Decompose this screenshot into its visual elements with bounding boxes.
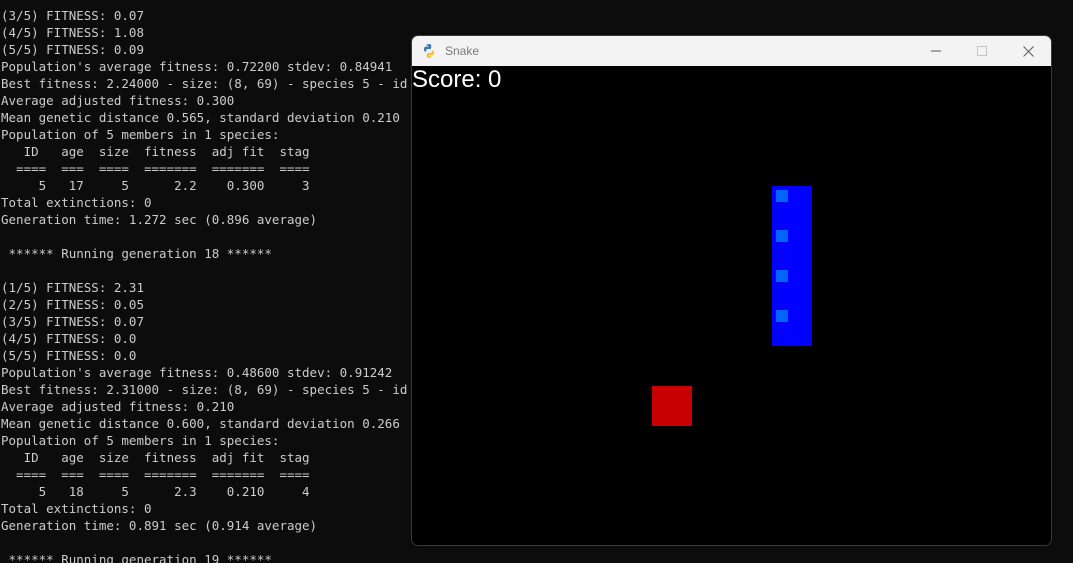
snake-window: Snake Score: 0: [411, 35, 1052, 546]
terminal-line: ****** Running generation 19 ******: [1, 552, 272, 563]
snake-segment: [776, 230, 788, 242]
snake: [772, 186, 812, 346]
food: [652, 386, 692, 426]
snake-segment: [776, 270, 788, 282]
minimize-icon: [931, 50, 941, 52]
score-label: Score: 0: [412, 66, 502, 93]
window-controls: [913, 36, 1051, 66]
game-canvas[interactable]: Score: 0: [412, 66, 1051, 545]
python-icon: [424, 44, 434, 58]
snake-segment: [776, 190, 788, 202]
maximize-icon: [977, 46, 987, 56]
minimize-button[interactable]: [913, 36, 959, 66]
window-titlebar[interactable]: Snake: [412, 36, 1051, 66]
terminal-line: (3/5) FITNESS: 0.07: [1, 8, 144, 23]
close-button[interactable]: [1005, 36, 1051, 66]
snake-segment: [776, 310, 788, 322]
maximize-button[interactable]: [959, 36, 1005, 66]
close-icon: [1022, 45, 1034, 57]
window-title: Snake: [445, 44, 480, 58]
